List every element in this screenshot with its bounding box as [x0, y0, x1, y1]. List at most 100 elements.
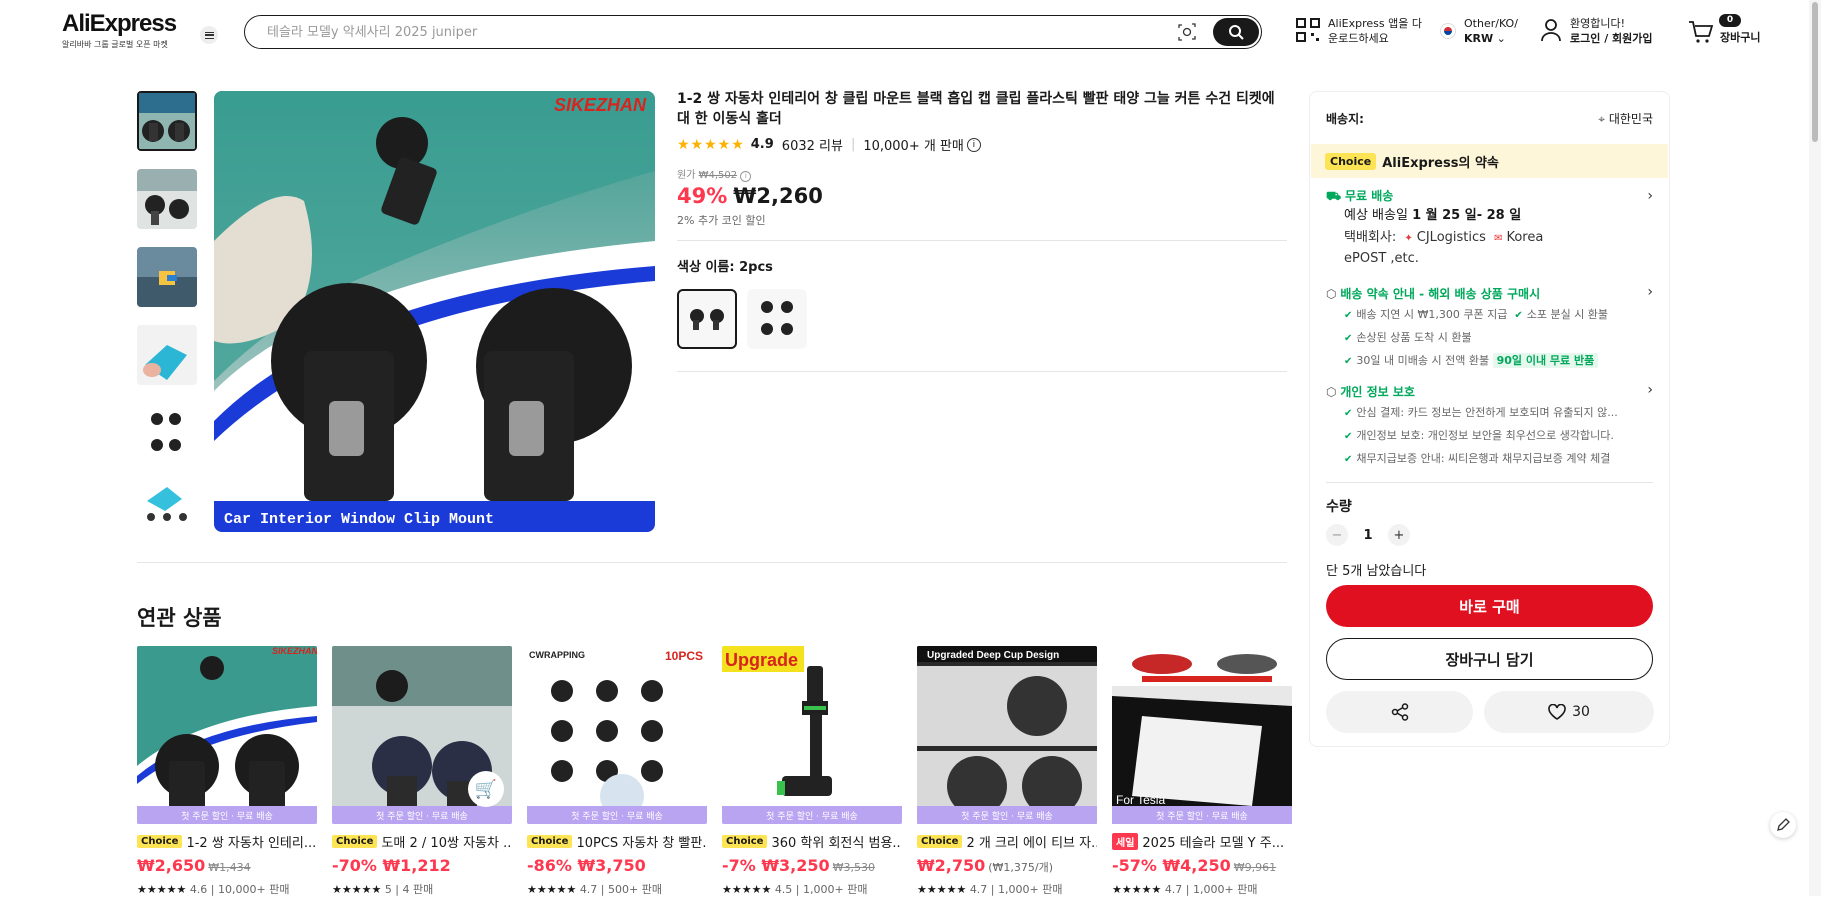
- promo-band: 첫 주문 할인 · 무료 배송: [332, 806, 512, 824]
- add-to-cart-button[interactable]: 장바구니 담기: [1326, 638, 1653, 680]
- menu-button[interactable]: [200, 26, 218, 44]
- search-icon: [1229, 25, 1244, 40]
- check-icon: ✔: [1344, 356, 1353, 367]
- guarantee-1: 배송 지연 시 ₩1,300 쿠폰 지급: [1356, 308, 1508, 321]
- buy-now-button[interactable]: 바로 구매: [1326, 585, 1653, 627]
- shipping-section[interactable]: ⛟ 무료 배송 › 예상 배송일 1 월 25 일- 28 일 택배회사: ✦ C…: [1326, 186, 1653, 269]
- price-block: 원가 ₩4,502 i 49% ₩2,260 2% 추가 코인 할인: [677, 166, 1287, 228]
- search-input[interactable]: [267, 21, 1167, 43]
- qr-code-icon: [1296, 18, 1320, 42]
- courier-cj: CJLogistics: [1416, 230, 1486, 245]
- choice-badge: Choice: [1325, 152, 1377, 170]
- stock-notice: 단 5개 남았습니다: [1326, 564, 1427, 579]
- guarantee-title: 배송 약속 안내 - 해외 배송 상품 구매시: [1340, 287, 1541, 301]
- quantity-value[interactable]: 1: [1348, 528, 1388, 543]
- related-card-sold: 500+ 판매: [608, 883, 662, 896]
- related-card-price: ₩3,750: [577, 856, 646, 875]
- related-card-rating: 4.7: [1164, 883, 1183, 896]
- related-card-title: 360 학위 회전식 범용...: [771, 836, 902, 851]
- related-card-5[interactable]: Upgraded Deep Cup Design 첫 주문 할인 · 무료 배송…: [917, 646, 1097, 897]
- privacy-3: 채무지급보증 안내: 씨티은행과 채무지급보증 계약 체결: [1356, 452, 1611, 465]
- eta-dates: 1 월 25 일- 28 일: [1412, 208, 1522, 223]
- related-card-title: 2 개 크리 에이 티브 자...: [966, 836, 1097, 851]
- free-return-badge: 90일 이내 무료 반품: [1492, 353, 1599, 368]
- related-card-1[interactable]: SIKEZHAN 첫 주문 할인 · 무료 배송 Choice 1-2 쌍 자동차…: [137, 646, 317, 897]
- info-icon[interactable]: i: [966, 137, 981, 152]
- promise-title: AliExpress의 약속: [1382, 155, 1499, 171]
- related-card-orig-price: ₩3,530: [832, 861, 876, 874]
- heart-icon: [1548, 704, 1566, 720]
- aliexpress-logo[interactable]: AliExpress 알리바바 그룹 글로벌 오픈 마켓: [62, 10, 182, 50]
- chevron-right-icon: ›: [1647, 382, 1653, 398]
- search-button[interactable]: [1213, 18, 1259, 46]
- region-selector[interactable]: Other/KO/ KRW ⌄: [1440, 16, 1518, 46]
- related-card-image: SIKEZHAN 첫 주문 할인 · 무료 배송: [137, 646, 317, 824]
- choice-badge: Choice: [527, 835, 573, 848]
- ship-to-row[interactable]: 배송지: ⌖ 대한민국: [1326, 110, 1653, 127]
- thumbnail-4[interactable]: [137, 325, 197, 385]
- thumbnail-6[interactable]: [137, 481, 197, 523]
- related-card-price: ₩2,650: [137, 856, 206, 875]
- card5-headline: Upgraded Deep Cup Design: [927, 650, 1059, 661]
- rating-row: ★★★★★ 4.9 6032 리뷰 | 10,000+ 개 판매 i: [677, 135, 1287, 154]
- thumbnail-3[interactable]: [137, 247, 197, 307]
- related-card-image: CWRAPPING 10PCS 첫 주문 할인 · 무료 배송: [527, 646, 707, 824]
- shield-icon: ⬡: [1326, 287, 1337, 301]
- rating-stars-icon: ★★★★★: [137, 883, 187, 896]
- main-product-image[interactable]: SIKEZHAN Car Interior Window Clip Mount: [214, 91, 655, 532]
- color-option-4pcs[interactable]: [747, 288, 807, 349]
- product-title: 1-2 쌍 자동차 인테리어 창 클립 마운트 블랙 흡입 캡 클립 플라스틱 …: [677, 91, 1275, 127]
- cart-label: 장바구니: [1720, 31, 1761, 44]
- choice-badge: Choice: [722, 835, 768, 848]
- image-search-icon[interactable]: [1178, 23, 1196, 41]
- rating-stars-icon: ★★★★★: [332, 883, 382, 896]
- thumbnail-5[interactable]: [137, 403, 197, 463]
- page-scrollbar[interactable]: [1809, 0, 1821, 896]
- share-button[interactable]: [1326, 691, 1473, 733]
- related-card-price: ₩4,250: [1162, 856, 1231, 875]
- delivery-guarantee-section[interactable]: ⬡ 배송 약속 안내 - 해외 배송 상품 구매시 › ✔ 배송 지연 시 ₩1,…: [1326, 284, 1653, 373]
- thumbnail-list: [137, 91, 199, 541]
- wishlist-button[interactable]: 30: [1484, 691, 1654, 733]
- info-icon[interactable]: i: [740, 170, 752, 182]
- card4-upgrade: Upgrade: [725, 650, 798, 670]
- promo-band: 첫 주문 할인 · 무료 배송: [722, 806, 902, 824]
- account-menu[interactable]: 환영합니다! 로그인 / 회원가입: [1540, 16, 1653, 46]
- promo-band: 첫 주문 할인 · 무료 배송: [1112, 806, 1292, 824]
- eta-prefix: 예상 배송일: [1344, 208, 1408, 223]
- related-card-3[interactable]: CWRAPPING 10PCS 첫 주문 할인 · 무료 배송 Choice 10P…: [527, 646, 707, 897]
- related-card-2[interactable]: 첫 주문 할인 · 무료 배송 🛒 Choice 도매 2 / 10쌍 자동차 .…: [332, 646, 512, 897]
- share-icon: [1391, 703, 1408, 721]
- truck-icon: ⛟: [1326, 189, 1342, 203]
- image-brand-text: SIKEZHAN: [554, 95, 647, 115]
- orig-price-label: 원가: [677, 170, 696, 181]
- privacy-section[interactable]: ⬡ 개인 정보 보호 › ✔ 안심 결제: 카드 정보는 안전하게 보호되며 유출…: [1326, 382, 1653, 471]
- app-download[interactable]: AliExpress 앱을 다 운로드하세요: [1296, 16, 1422, 46]
- add-to-cart-icon[interactable]: 🛒: [468, 771, 504, 807]
- login-link[interactable]: 로그인 / 회원가입: [1570, 31, 1653, 46]
- location-pin-icon: ⌖: [1598, 112, 1605, 126]
- scrollbar-thumb[interactable]: [1812, 2, 1818, 142]
- color-option-2pcs[interactable]: [677, 288, 737, 349]
- app-line1: AliExpress 앱을 다: [1328, 17, 1422, 30]
- ship-to-country: 대한민국: [1608, 112, 1653, 126]
- feedback-button[interactable]: [1770, 812, 1796, 838]
- related-card-discount: -7%: [722, 856, 756, 875]
- shield-check-icon: ⬡: [1326, 385, 1337, 399]
- currency: KRW: [1464, 32, 1494, 45]
- related-card-6[interactable]: For TeslaModel Y/3 첫 주문 할인 · 무료 배송 세일202…: [1112, 646, 1292, 897]
- increase-button[interactable]: +: [1388, 524, 1410, 546]
- search-bar: [244, 15, 1262, 49]
- related-card-rating: 4.7: [969, 883, 988, 896]
- check-icon: ✔: [1344, 408, 1353, 419]
- related-card-sold: 1,000+ 판매: [998, 883, 1063, 896]
- thumbnail-2[interactable]: [137, 169, 197, 229]
- decrease-button[interactable]: −: [1326, 524, 1348, 546]
- related-card-image: Upgrade 첫 주문 할인 · 무료 배송: [722, 646, 902, 824]
- rating-value: 4.9: [750, 137, 774, 152]
- related-card-4[interactable]: Upgrade 첫 주문 할인 · 무료 배송 Choice 360 학위 회전식…: [722, 646, 902, 897]
- promo-band: 첫 주문 할인 · 무료 배송: [527, 806, 707, 824]
- related-card-rating: 5: [384, 883, 392, 896]
- thumbnail-1[interactable]: [137, 91, 197, 151]
- review-count[interactable]: 6032 리뷰: [782, 135, 843, 154]
